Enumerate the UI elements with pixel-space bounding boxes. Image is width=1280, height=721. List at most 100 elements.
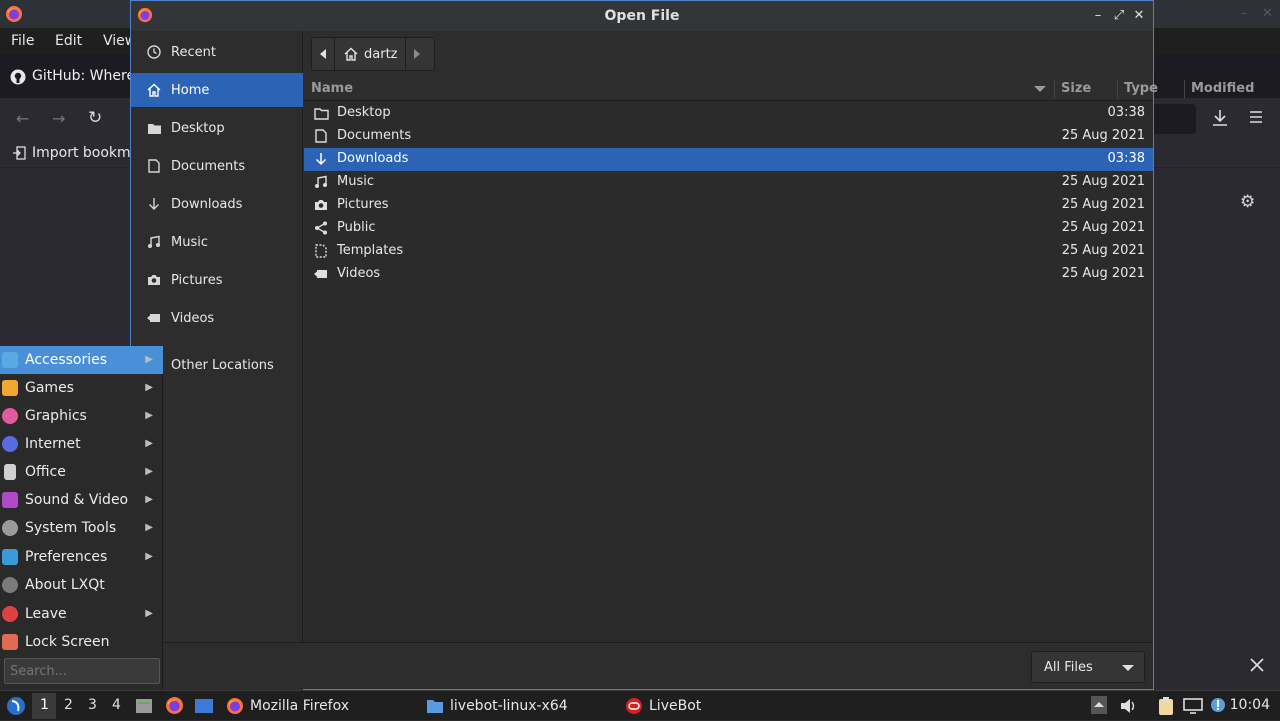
menu-item-system-tools[interactable]: System Tools ▶ [0, 514, 163, 542]
document-icon [313, 128, 329, 144]
info-icon [2, 577, 18, 593]
preferences-icon [2, 549, 18, 565]
task-livebot[interactable]: LiveBot [625, 691, 701, 721]
file-row-pictures[interactable]: Pictures 25 Aug 2021 [304, 194, 1153, 217]
tab-title[interactable]: GitHub: Where [32, 68, 135, 84]
close-icon[interactable] [1250, 658, 1270, 678]
path-home-button[interactable]: dartz [334, 38, 407, 70]
menu-file[interactable]: File [11, 33, 34, 49]
lxqt-start-button[interactable] [6, 696, 26, 716]
sidebar-item-videos[interactable]: Videos [131, 301, 303, 335]
menu-item-preferences[interactable]: Preferences ▶ [0, 543, 163, 571]
download-icon[interactable] [1212, 109, 1228, 127]
maximize-icon[interactable]: ⤢ [1110, 7, 1128, 25]
file-row-documents[interactable]: Documents 25 Aug 2021 [304, 125, 1153, 148]
minimize-icon[interactable]: – [1089, 7, 1107, 25]
lxqt-main-menu: Accessories ▶ Games ▶ Graphics ▶ Interne… [0, 346, 163, 690]
hamburger-menu-icon[interactable] [1249, 110, 1263, 124]
back-icon[interactable]: ← [16, 109, 29, 128]
desktop-switch-3[interactable]: 3 [88, 697, 97, 713]
sound-video-icon [2, 492, 18, 508]
menu-item-leave[interactable]: Leave ▶ [0, 600, 163, 628]
close-icon[interactable]: ✕ [1262, 6, 1273, 21]
internet-icon [2, 436, 18, 452]
menu-item-accessories[interactable]: Accessories ▶ [0, 346, 163, 374]
menu-item-lock-screen[interactable]: Lock Screen [0, 628, 163, 656]
desktop-switch-4[interactable]: 4 [112, 697, 121, 713]
menu-item-about-lxqt[interactable]: About LXQt [0, 571, 163, 599]
chevron-right-icon: ▶ [145, 494, 153, 505]
graphics-icon [2, 408, 18, 424]
menu-item-graphics[interactable]: Graphics ▶ [0, 402, 163, 430]
sidebar-item-pictures[interactable]: Pictures [131, 263, 303, 297]
volume-icon[interactable] [1119, 697, 1137, 715]
forward-icon[interactable]: → [52, 109, 65, 128]
menu-item-label: Graphics [25, 408, 87, 424]
menu-item-games[interactable]: Games ▶ [0, 374, 163, 402]
tray-expand-icon[interactable] [1091, 696, 1107, 714]
path-back-button[interactable] [312, 38, 334, 70]
monitor-icon[interactable] [1183, 697, 1203, 715]
minimize-icon[interactable]: – [1241, 6, 1248, 21]
notification-icon[interactable] [1210, 697, 1226, 713]
file-manager-launcher-icon[interactable] [135, 697, 153, 715]
menu-item-label: Office [25, 464, 66, 480]
sidebar-item-label: Music [171, 234, 208, 250]
sidebar-item-label: Pictures [171, 272, 223, 288]
folder-icon [313, 105, 329, 121]
open-file-dialog: Open File – ⤢ ✕ Recent Home Desktop Docu… [130, 0, 1254, 691]
firefox-launcher-icon[interactable] [165, 696, 184, 715]
file-name: Documents [337, 128, 412, 143]
file-filter-select[interactable]: All Files [1031, 651, 1145, 683]
file-row-videos[interactable]: Videos 25 Aug 2021 [304, 263, 1153, 286]
sidebar-item-documents[interactable]: Documents [131, 149, 303, 183]
file-row-public[interactable]: Public 25 Aug 2021 [304, 217, 1153, 240]
download-icon [145, 195, 163, 213]
sidebar-item-recent[interactable]: Recent [131, 35, 303, 69]
task-label: LiveBot [649, 698, 702, 714]
menu-edit[interactable]: Edit [55, 33, 82, 49]
import-bookmarks-link[interactable]: Import bookma [32, 145, 139, 161]
file-name: Music [337, 174, 374, 189]
sidebar-item-downloads[interactable]: Downloads [131, 187, 303, 221]
task-livebot-linux-x64[interactable]: livebot-linux-x64 [426, 691, 568, 721]
chevron-right-icon: ▶ [145, 522, 153, 533]
column-name[interactable]: Name [311, 81, 353, 96]
close-icon[interactable]: ✕ [1130, 7, 1148, 25]
video-icon [145, 309, 163, 327]
show-desktop-icon[interactable] [194, 697, 214, 715]
sidebar-item-desktop[interactable]: Desktop [131, 111, 303, 145]
file-list-header: Name Size Type Modified [304, 77, 1254, 101]
chevron-right-icon: ▶ [145, 608, 153, 619]
path-forward-button[interactable] [406, 38, 428, 70]
file-row-desktop[interactable]: Desktop 03:38 [304, 102, 1153, 125]
menu-item-office[interactable]: Office ▶ [0, 458, 163, 486]
column-type[interactable]: Type [1124, 81, 1158, 96]
file-row-music[interactable]: Music 25 Aug 2021 [304, 171, 1153, 194]
column-separator [1117, 80, 1118, 98]
column-separator [1184, 80, 1185, 98]
file-modified: 25 Aug 2021 [1061, 128, 1145, 143]
dialog-header: Open File – ⤢ ✕ [131, 1, 1153, 31]
menu-search-input[interactable] [4, 658, 160, 684]
file-row-downloads[interactable]: Downloads 03:38 [304, 148, 1153, 171]
column-modified[interactable]: Modified [1191, 81, 1254, 96]
menu-item-sound-video[interactable]: Sound & Video ▶ [0, 486, 163, 514]
desktop-switch-1[interactable]: 1 [40, 697, 49, 713]
menu-item-internet[interactable]: Internet ▶ [0, 430, 163, 458]
clipboard-icon[interactable] [1157, 696, 1175, 716]
desktop-switch-2[interactable]: 2 [64, 697, 73, 713]
column-size[interactable]: Size [1061, 81, 1091, 96]
file-row-templates[interactable]: Templates 25 Aug 2021 [304, 240, 1153, 263]
sort-down-icon[interactable] [1034, 86, 1046, 92]
file-modified: 25 Aug 2021 [1061, 243, 1145, 258]
gear-icon[interactable]: ⚙ [1240, 192, 1255, 212]
reload-icon[interactable]: ↻ [88, 108, 102, 128]
chevron-right-icon: ▶ [145, 466, 153, 477]
file-name: Templates [337, 243, 404, 258]
task-mozilla-firefox[interactable]: Mozilla Firefox [226, 691, 349, 721]
sidebar-item-home[interactable]: Home [131, 73, 303, 107]
sidebar-item-music[interactable]: Music [131, 225, 303, 259]
chevron-right-icon: ▶ [145, 551, 153, 562]
menu-item-label: Preferences [25, 549, 108, 565]
